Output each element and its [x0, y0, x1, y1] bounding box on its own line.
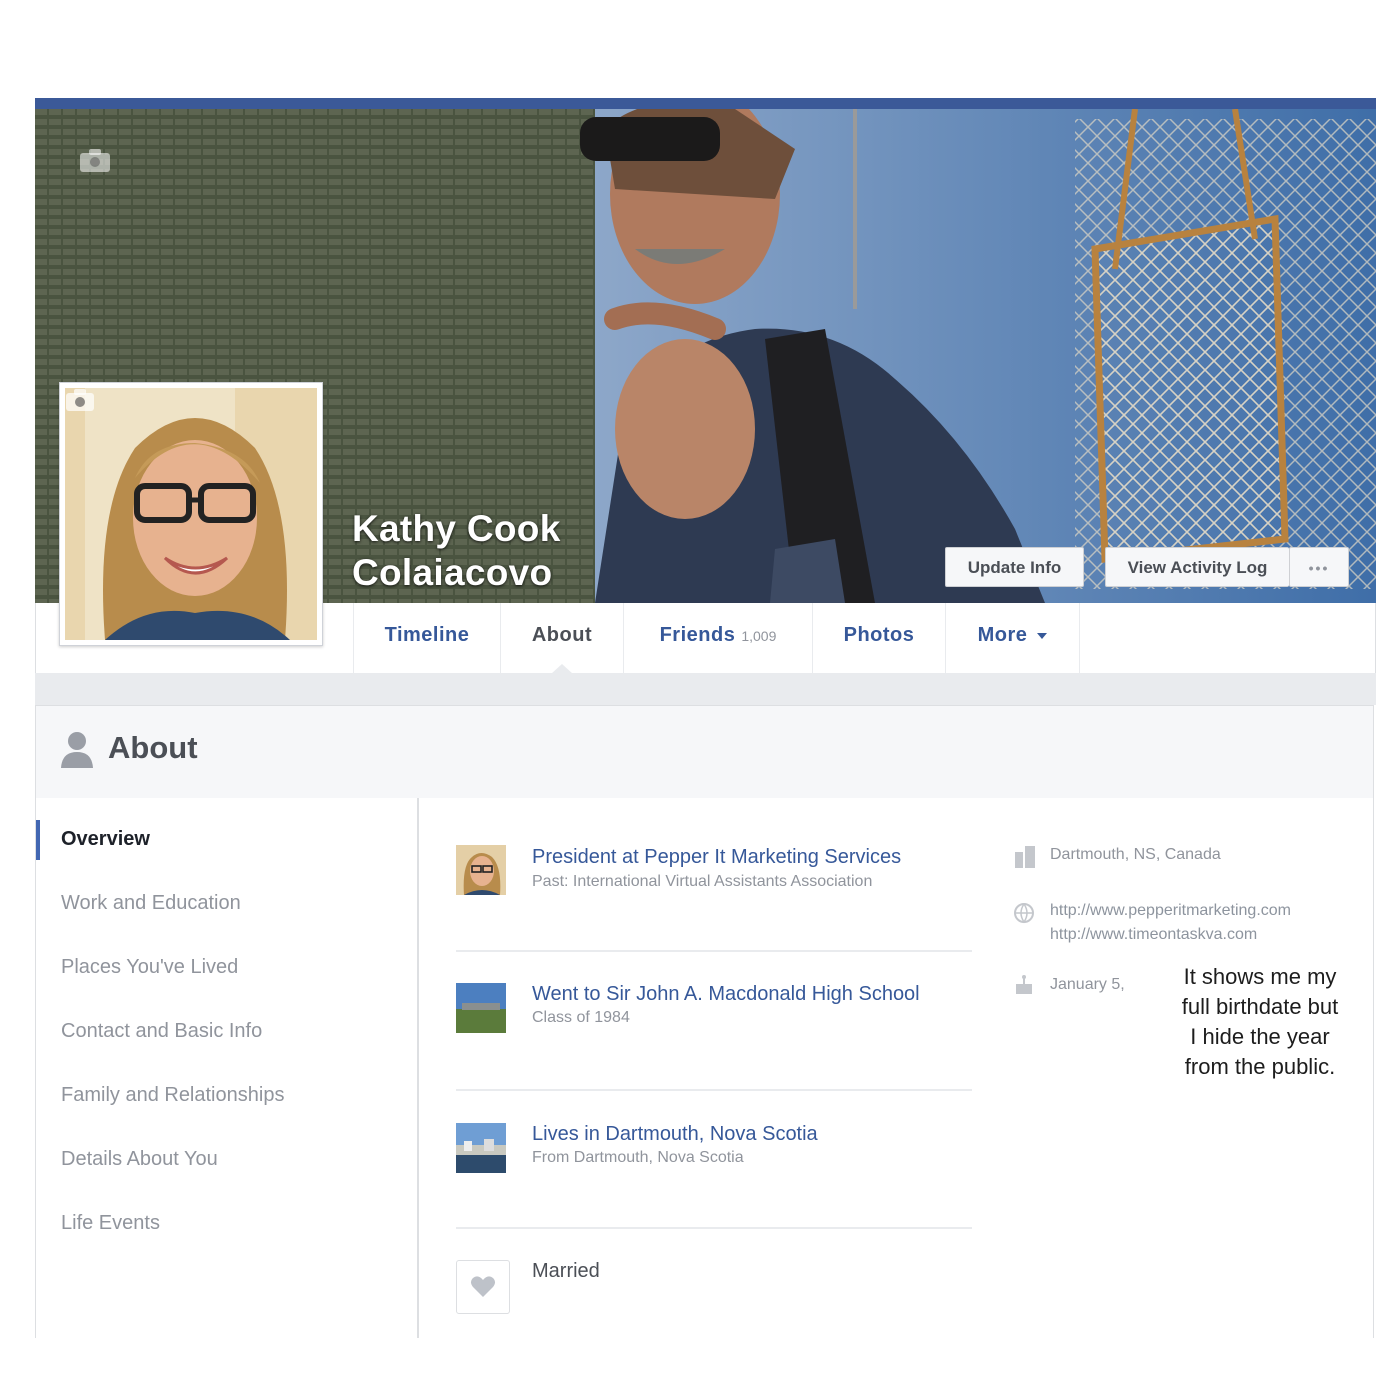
nav-places-lived[interactable]: Places You've Lived [61, 956, 238, 979]
work-title[interactable]: President at Pepper It Marketing Service… [532, 846, 901, 869]
globe-icon [1014, 903, 1034, 924]
tab-about[interactable]: About [500, 603, 623, 674]
list-item-education: Went to Sir John A. Macdonald High Schoo… [456, 983, 972, 1043]
friends-count: 1,009 [741, 628, 777, 644]
work-thumbnail[interactable] [456, 845, 506, 895]
birthday-text: January 5, [1050, 976, 1125, 993]
relationship-icon-box [456, 1260, 510, 1314]
education-subtitle: Class of 1984 [532, 1009, 630, 1026]
nav-work-and-education[interactable]: Work and Education [61, 892, 241, 915]
caret-down-icon [1037, 632, 1048, 639]
profile-name: Kathy Cook Colaiacovo [352, 507, 561, 595]
annotation-line: from the public. [1184, 1054, 1336, 1079]
nav-contact-basic-info[interactable]: Contact and Basic Info [61, 1020, 262, 1043]
section-gap [35, 673, 1376, 705]
education-title[interactable]: Went to Sir John A. Macdonald High Schoo… [532, 983, 920, 1006]
profile-page: Kathy Cook Colaiacovo Update Info View A… [35, 98, 1376, 1338]
relationship-status: Married [532, 1260, 600, 1282]
website-link-1[interactable]: http://www.pepperitmarketing.com [1050, 899, 1291, 923]
nav-life-events[interactable]: Life Events [61, 1212, 160, 1235]
list-item-residence: Lives in Dartmouth, Nova Scotia From Dar… [456, 1123, 972, 1183]
school-thumbnail[interactable] [456, 983, 506, 1033]
annotation-line: full birthdate but [1181, 994, 1339, 1019]
about-section-header: About [35, 705, 1374, 800]
profile-picture[interactable] [59, 382, 323, 646]
camera-icon[interactable] [65, 388, 95, 412]
divider [456, 950, 972, 952]
building-icon [1015, 846, 1035, 868]
tab-label: Friends [659, 624, 736, 646]
residence-subtitle: From Dartmouth, Nova Scotia [532, 1149, 744, 1166]
heart-icon [471, 1276, 495, 1297]
person-icon [61, 732, 93, 768]
list-item-work: President at Pepper It Marketing Service… [456, 845, 972, 905]
city-thumbnail[interactable] [456, 1123, 506, 1173]
location-text: Dartmouth, NS, Canada [1050, 846, 1221, 863]
annotation-line: I hide the year [1190, 1024, 1330, 1049]
tab-label: More [977, 624, 1028, 646]
top-blue-bar [35, 98, 1376, 109]
active-nav-indicator [36, 820, 40, 860]
profile-name-line2: Colaiacovo [352, 552, 553, 593]
nav-family-relationships[interactable]: Family and Relationships [61, 1084, 284, 1107]
more-options-button[interactable]: ••• [1289, 547, 1349, 587]
list-item-relationship: Married [456, 1260, 972, 1320]
annotation-note: It shows me my full birthdate but I hide… [1140, 962, 1380, 1082]
profile-picture-image [65, 388, 317, 640]
view-activity-log-button[interactable]: View Activity Log [1105, 547, 1289, 587]
about-title: About [108, 730, 198, 765]
camera-icon[interactable] [79, 147, 111, 173]
profile-name-line1: Kathy Cook [352, 508, 561, 549]
tab-timeline[interactable]: Timeline [353, 603, 500, 673]
tab-photos[interactable]: Photos [812, 603, 945, 673]
divider [456, 1227, 972, 1229]
about-left-nav: Overview Work and Education Places You'v… [36, 798, 419, 1338]
tab-friends[interactable]: Friends 1,009 [623, 603, 812, 673]
nav-details-about-you[interactable]: Details About You [61, 1148, 218, 1171]
tab-label: Timeline [384, 624, 470, 646]
tab-label: Photos [843, 624, 915, 646]
website-link-2[interactable]: http://www.timeontaskva.com [1050, 923, 1257, 947]
update-info-button[interactable]: Update Info [945, 547, 1084, 587]
cake-icon [1016, 975, 1032, 994]
tab-more[interactable]: More [945, 603, 1080, 673]
residence-title[interactable]: Lives in Dartmouth, Nova Scotia [532, 1123, 818, 1146]
divider [456, 1089, 972, 1091]
tab-label: About [531, 624, 593, 646]
nav-overview[interactable]: Overview [61, 828, 150, 851]
work-subtitle: Past: International Virtual Assistants A… [532, 873, 873, 890]
annotation-line: It shows me my [1183, 964, 1337, 989]
